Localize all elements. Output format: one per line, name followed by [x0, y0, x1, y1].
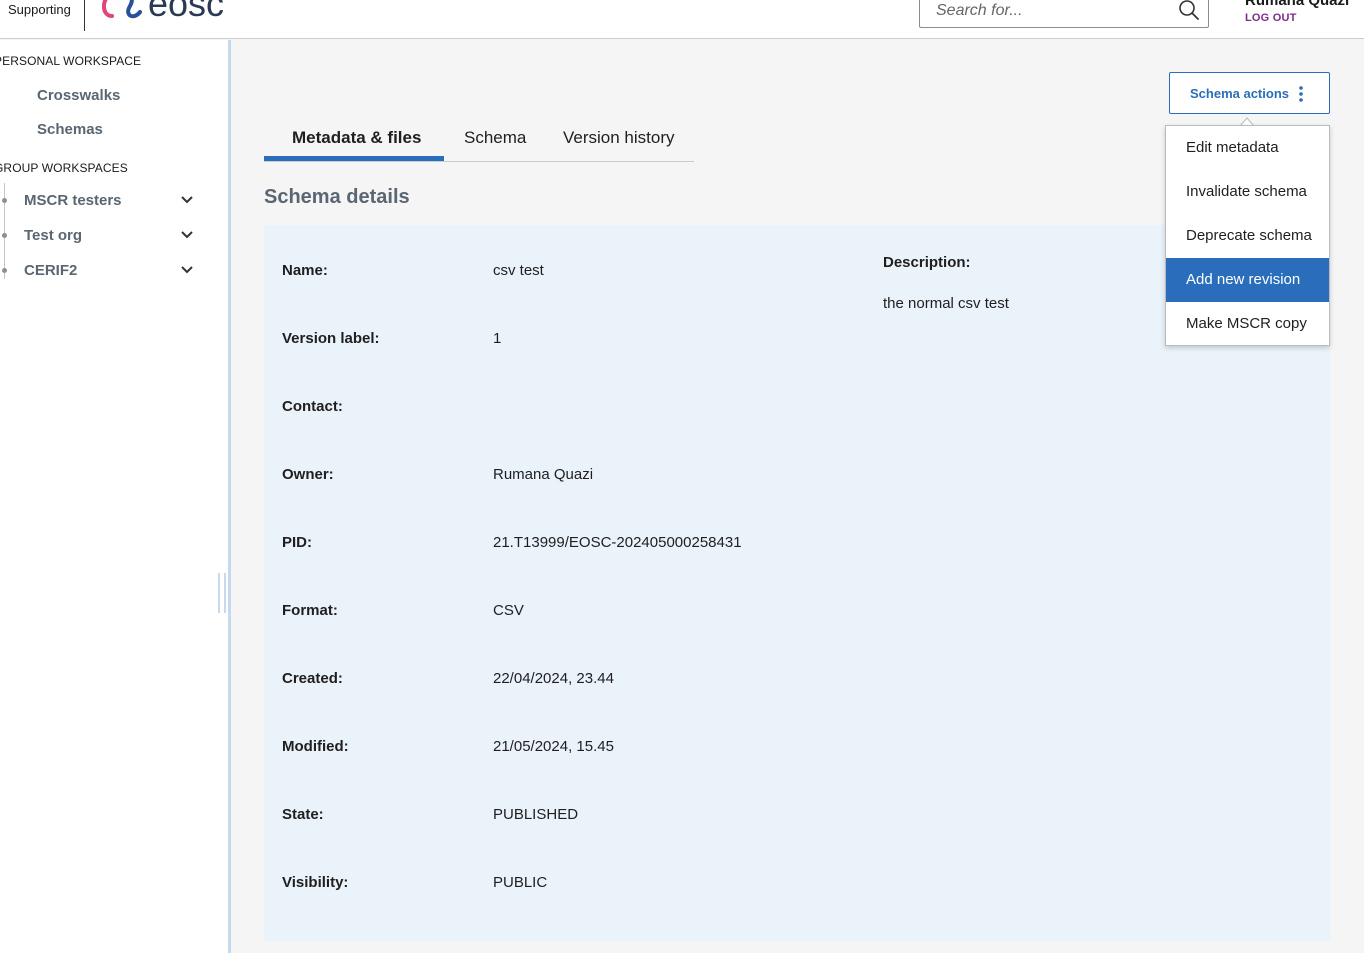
field-label-format: Format: — [282, 602, 338, 619]
field-label-created: Created: — [282, 670, 343, 687]
header-divider — [84, 0, 85, 31]
field-value-modified: 21/05/2024, 15.45 — [493, 738, 614, 755]
menu-item-edit-metadata[interactable]: Edit metadata — [1166, 126, 1329, 170]
schema-actions-button[interactable]: Schema actions — [1169, 72, 1330, 114]
user-name: Rumana Quazi — [1245, 0, 1350, 9]
tree-dot — [2, 268, 7, 273]
sidebar-group-mscr-testers[interactable]: MSCR testers — [24, 192, 122, 209]
logo-text: eosc — [148, 0, 224, 24]
logout-link[interactable]: LOG OUT — [1245, 12, 1297, 24]
top-header: Supporting eosc Rumana Quazi LOG OUT — [0, 0, 1364, 39]
chevron-down-icon[interactable] — [179, 192, 195, 208]
schema-actions-label: Schema actions — [1190, 86, 1289, 101]
tab-metadata-files[interactable]: Metadata & files — [292, 128, 421, 148]
field-label-owner: Owner: — [282, 466, 334, 483]
sidebar-group-cerif2[interactable]: CERIF2 — [24, 262, 77, 279]
field-label-modified: Modified: — [282, 738, 349, 755]
tab-bar: Metadata & files Schema Version history — [264, 118, 694, 162]
menu-item-make-mscr-copy[interactable]: Make MSCR copy — [1166, 302, 1329, 346]
group-workspaces-heading: GROUP WORKSPACES — [0, 161, 128, 175]
personal-workspace-heading: PERSONAL WORKSPACE — [0, 54, 142, 68]
menu-item-add-new-revision[interactable]: Add new revision — [1166, 258, 1329, 302]
sidebar-item-schemas[interactable]: Schemas — [37, 121, 103, 138]
menu-item-invalidate-schema[interactable]: Invalidate schema — [1166, 170, 1329, 214]
section-title: Schema details — [264, 186, 410, 208]
field-value-created: 22/04/2024, 23.44 — [493, 670, 614, 687]
search-input[interactable] — [936, 0, 1176, 23]
sidebar — [0, 40, 228, 953]
search-icon[interactable] — [1178, 0, 1200, 21]
menu-item-deprecate-schema[interactable]: Deprecate schema — [1166, 214, 1329, 258]
active-tab-indicator — [264, 156, 444, 161]
kebab-menu-icon — [1299, 86, 1303, 102]
field-label-state: State: — [282, 806, 324, 823]
field-value-visibility: PUBLIC — [493, 874, 548, 891]
chevron-down-icon[interactable] — [179, 262, 195, 278]
tree-dot — [2, 198, 7, 203]
field-label-visibility: Visibility: — [282, 874, 349, 891]
sidebar-group-test-org[interactable]: Test org — [24, 227, 82, 244]
sidebar-border — [228, 40, 231, 953]
field-value-owner: Rumana Quazi — [493, 466, 594, 483]
tab-version-history[interactable]: Version history — [563, 128, 675, 148]
sidebar-resize-handle[interactable] — [218, 573, 226, 613]
eosc-logo[interactable]: eosc — [96, 0, 246, 26]
tree-dot — [2, 233, 7, 238]
description-value: the normal csv test — [883, 295, 1009, 312]
schema-actions-menu: Edit metadata Invalidate schema Deprecat… — [1165, 125, 1330, 346]
chevron-down-icon[interactable] — [179, 227, 195, 243]
field-label-pid: PID: — [282, 534, 312, 551]
tab-schema[interactable]: Schema — [464, 128, 526, 148]
description-label: Description: — [883, 254, 971, 271]
search-box[interactable] — [919, 0, 1209, 28]
field-label-contact: Contact: — [282, 398, 343, 415]
supporting-text: Supporting — [8, 2, 71, 17]
field-label-version: Version label: — [282, 330, 380, 347]
field-value-version: 1 — [493, 330, 502, 347]
field-value-format: CSV — [493, 602, 524, 619]
field-value-name: csv test — [493, 262, 544, 279]
field-value-state: PUBLISHED — [493, 806, 579, 823]
sidebar-item-crosswalks[interactable]: Crosswalks — [37, 87, 120, 104]
field-label-name: Name: — [282, 262, 328, 279]
field-value-pid: 21.T13999/EOSC-202405000258431 — [493, 534, 742, 551]
